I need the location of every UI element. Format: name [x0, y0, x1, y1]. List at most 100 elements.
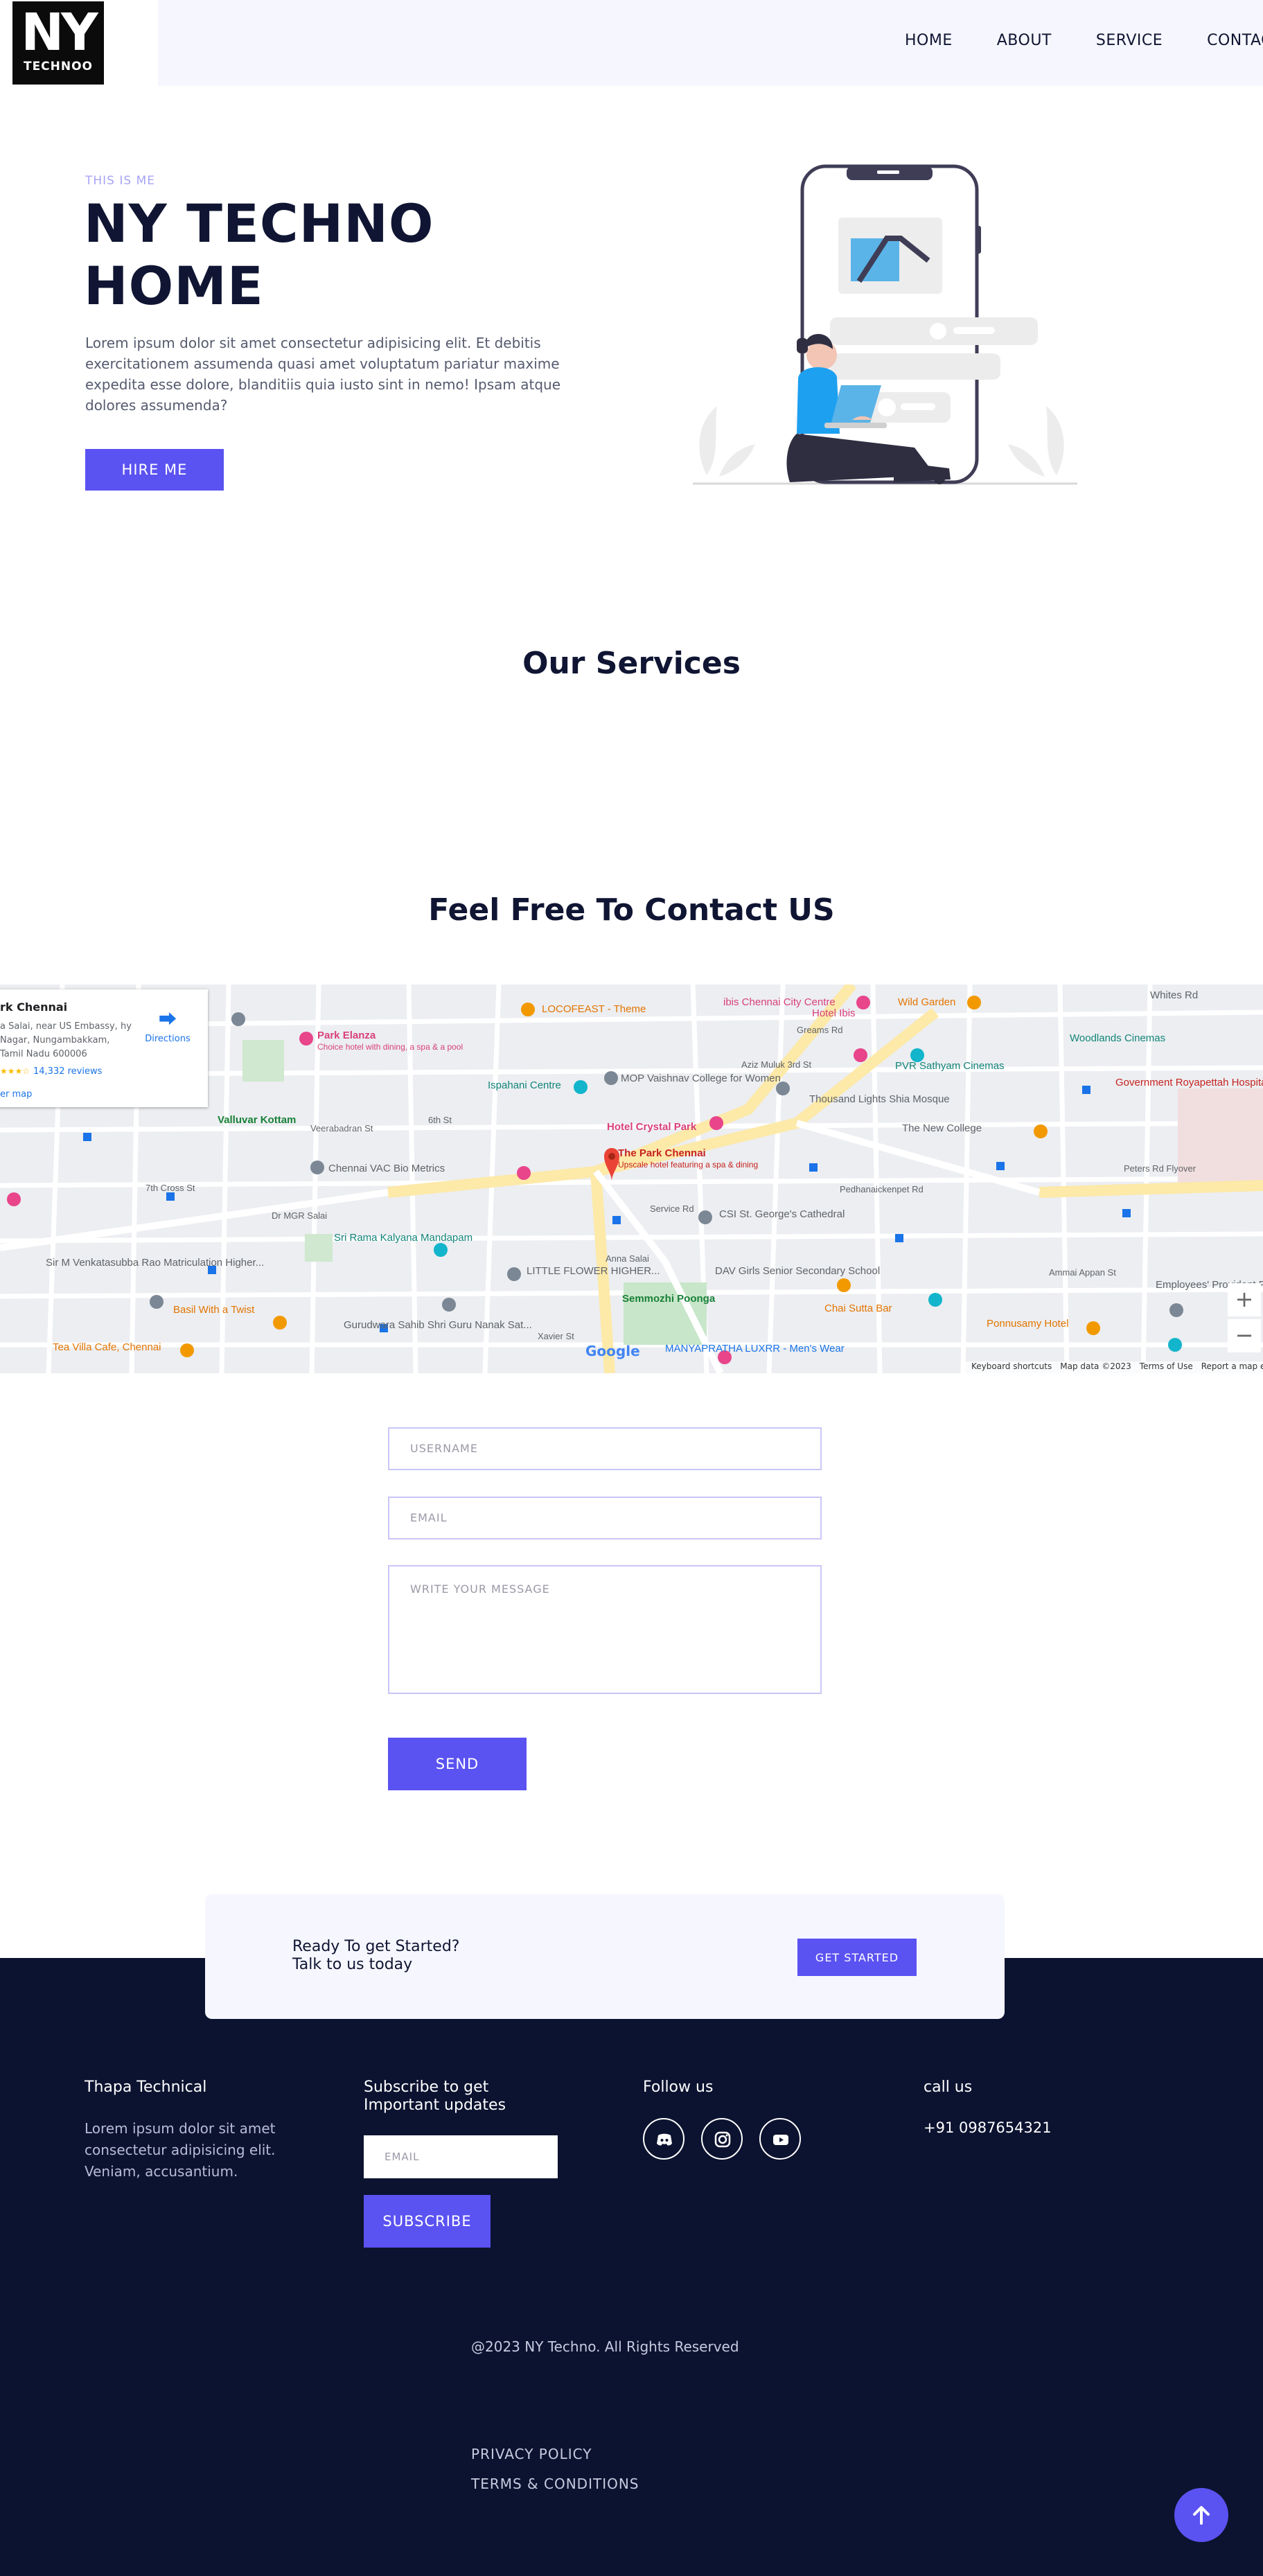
instagram-icon [714, 2131, 731, 2148]
svg-text:6th St: 6th St [428, 1115, 452, 1125]
svg-text:Tea Villa Cafe, Chennai: Tea Villa Cafe, Chennai [53, 1341, 161, 1353]
svg-text:ibis Chennai City Centre: ibis Chennai City Centre [723, 996, 836, 1008]
subscribe-button[interactable]: SUBSCRIBE [364, 2195, 491, 2248]
hero-title: NY TECHNO HOME [84, 193, 434, 317]
svg-text:Xavier St: Xavier St [538, 1331, 574, 1341]
svg-text:Ispahani Centre: Ispahani Centre [488, 1079, 561, 1091]
svg-text:Ponnusamy Hotel: Ponnusamy Hotel [987, 1318, 1068, 1330]
directions-label: Directions [145, 1034, 191, 1044]
arrow-up-icon [1193, 2506, 1210, 2525]
map-zoom-in-button[interactable]: + [1228, 1283, 1261, 1316]
rating-stars: ★★★☆ [0, 1066, 30, 1076]
svg-text:Service Rd: Service Rd [650, 1203, 694, 1214]
svg-text:Sir M Venkatasubba Rao Matricu: Sir M Venkatasubba Rao Matriculation Hig… [46, 1257, 264, 1269]
svg-text:Veerabadran St: Veerabadran St [310, 1123, 373, 1133]
svg-text:LITTLE FLOWER HIGHER...: LITTLE FLOWER HIGHER... [527, 1265, 660, 1277]
directions-icon: ⮕ [158, 1009, 177, 1030]
privacy-policy-link[interactable]: PRIVACY POLICY [471, 2446, 592, 2462]
svg-text:Pedhanaickenpet Rd: Pedhanaickenpet Rd [840, 1184, 924, 1194]
svg-text:DAV Girls Senior Secondary Sch: DAV Girls Senior Secondary School [715, 1265, 880, 1277]
map-place-card: rk Chennai a Salai, near US Embassy, hy … [0, 989, 208, 1107]
svg-text:Sri Rama Kalyana Mandapam: Sri Rama Kalyana Mandapam [334, 1232, 472, 1244]
svg-text:Basil With a Twist: Basil With a Twist [173, 1304, 255, 1316]
footer-phone[interactable]: +91 0987654321 [924, 2119, 1052, 2136]
svg-text:Thousand Lights Shia Mosque: Thousand Lights Shia Mosque [809, 1093, 950, 1105]
main-nav: HOME ABOUT SERVICE CONTACT [905, 32, 1263, 49]
hire-me-button[interactable]: HIRE ME [85, 449, 224, 491]
svg-text:Ammai Appan St: Ammai Appan St [1049, 1267, 1116, 1278]
svg-text:PVR Sathyam Cinemas: PVR Sathyam Cinemas [895, 1060, 1005, 1072]
svg-text:7th Cross St: 7th Cross St [145, 1183, 195, 1193]
svg-text:Woodlands Cinemas: Woodlands Cinemas [1070, 1032, 1165, 1044]
reviews-link[interactable]: 14,332 reviews [33, 1066, 102, 1077]
scroll-to-top-button[interactable] [1174, 2488, 1228, 2542]
svg-text:The New College: The New College [902, 1122, 982, 1134]
map-zoom-out-button[interactable]: − [1228, 1319, 1261, 1352]
nav-contact[interactable]: CONTACT [1207, 32, 1263, 49]
svg-text:Choice hotel with dining, a sp: Choice hotel with dining, a spa & a pool [317, 1042, 463, 1052]
nav-service[interactable]: SERVICE [1096, 32, 1163, 49]
hero-eyebrow: THIS IS ME [85, 174, 155, 188]
svg-text:Upscale hotel featuring a spa: Upscale hotel featuring a spa & dining [618, 1160, 758, 1170]
terms-conditions-link[interactable]: TERMS & CONDITIONS [471, 2476, 639, 2492]
contact-title: Feel Free To Contact US [428, 892, 835, 928]
footer-email-input[interactable]: EMAIL [364, 2135, 558, 2178]
svg-text:CSI St. George's Cathedral: CSI St. George's Cathedral [719, 1208, 845, 1220]
logo[interactable]: NY TECHNOO [12, 1, 104, 85]
keyboard-shortcuts-link[interactable]: Keyboard shortcuts [971, 1361, 1052, 1373]
svg-text:Aziz Muluk 3rd St: Aziz Muluk 3rd St [741, 1059, 812, 1070]
svg-text:Peters Rd Flyover: Peters Rd Flyover [1124, 1163, 1196, 1174]
terms-of-use-link[interactable]: Terms of Use [1140, 1361, 1193, 1373]
logo-wordmark: TECHNOO [23, 60, 94, 73]
hero-illustration [686, 157, 1081, 489]
services-title: Our Services [522, 646, 741, 681]
send-button[interactable]: SEND [388, 1738, 527, 1790]
view-larger-map-link[interactable]: er map [0, 1089, 32, 1100]
svg-text:MOP Vaishnav College for Women: MOP Vaishnav College for Women [621, 1073, 781, 1084]
cta-text: Ready To get Started? Talk to us today [292, 1938, 460, 1973]
logo-mark: NY [21, 3, 98, 62]
youtube-icon [773, 2135, 788, 2145]
footer-subscribe-title: Subscribe to get Important updates [364, 2079, 506, 2114]
place-address: a Salai, near US Embassy, hy Nagar, Nung… [0, 1021, 132, 1059]
svg-text:The Park Chennai: The Park Chennai [618, 1147, 706, 1159]
footer-brand-text: Lorem ipsum dolor sit amet consectetur a… [85, 2120, 276, 2180]
discord-icon [657, 2133, 672, 2146]
svg-text:MANYAPRATHA LUXRR - Men's Wear: MANYAPRATHA LUXRR - Men's Wear [665, 1343, 845, 1355]
hero-description: Lorem ipsum dolor sit amet consectetur a… [85, 335, 561, 414]
get-started-button[interactable]: GET STARTED [797, 1939, 917, 1976]
footer-call-title: call us [924, 2079, 973, 2096]
svg-text:LOCOFEAST - Theme: LOCOFEAST - Theme [542, 1003, 646, 1015]
svg-text:Government Royapettah Hospital: Government Royapettah Hospital [1115, 1077, 1263, 1088]
map-data-text: Map data ©2023 [1060, 1361, 1131, 1371]
logo-container: NY TECHNOO [0, 0, 158, 109]
instagram-link[interactable] [701, 2118, 743, 2160]
svg-text:Semmozhi Poonga: Semmozhi Poonga [622, 1293, 716, 1305]
svg-text:Gurudwara Sahib Shri Guru Nana: Gurudwara Sahib Shri Guru Nanak Sat... [344, 1319, 532, 1331]
svg-text:Hotel Crystal Park: Hotel Crystal Park [607, 1121, 697, 1133]
svg-text:Greams Rd: Greams Rd [797, 1025, 842, 1035]
footer-follow-title: Follow us [643, 2079, 714, 2096]
svg-text:Chennai VAC Bio Metrics: Chennai VAC Bio Metrics [328, 1163, 445, 1174]
footer-brand-title: Thapa Technical [85, 2079, 207, 2096]
youtube-link[interactable] [759, 2118, 801, 2160]
map-attribution: Keyboard shortcuts Map data ©2023 Terms … [963, 1361, 1263, 1373]
directions-button[interactable]: ⮕ Directions [140, 1010, 195, 1044]
report-map-error-link[interactable]: Report a map error [1201, 1361, 1263, 1373]
svg-text:Hotel Ibis: Hotel Ibis [812, 1007, 856, 1019]
message-textarea[interactable]: WRITE YOUR MESSAGE [388, 1565, 822, 1694]
nav-home[interactable]: HOME [905, 32, 953, 49]
svg-text:Wild Garden: Wild Garden [898, 996, 955, 1008]
svg-text:Park Elanza: Park Elanza [317, 1030, 376, 1041]
place-name: rk Chennai [0, 1000, 68, 1014]
nav-about[interactable]: ABOUT [997, 32, 1052, 49]
svg-text:Chai Sutta Bar: Chai Sutta Bar [824, 1303, 892, 1314]
svg-text:Anna Salai: Anna Salai [606, 1253, 649, 1264]
google-logo: Google [585, 1343, 640, 1359]
svg-text:Dr MGR Salai: Dr MGR Salai [272, 1210, 327, 1221]
discord-link[interactable] [643, 2118, 685, 2160]
svg-text:Valluvar Kottam: Valluvar Kottam [218, 1114, 296, 1126]
username-input[interactable]: USERNAME [388, 1427, 822, 1470]
copyright-text: @2023 NY Techno. All Rights Reserved [471, 2338, 739, 2355]
email-input[interactable]: EMAIL [388, 1497, 822, 1540]
